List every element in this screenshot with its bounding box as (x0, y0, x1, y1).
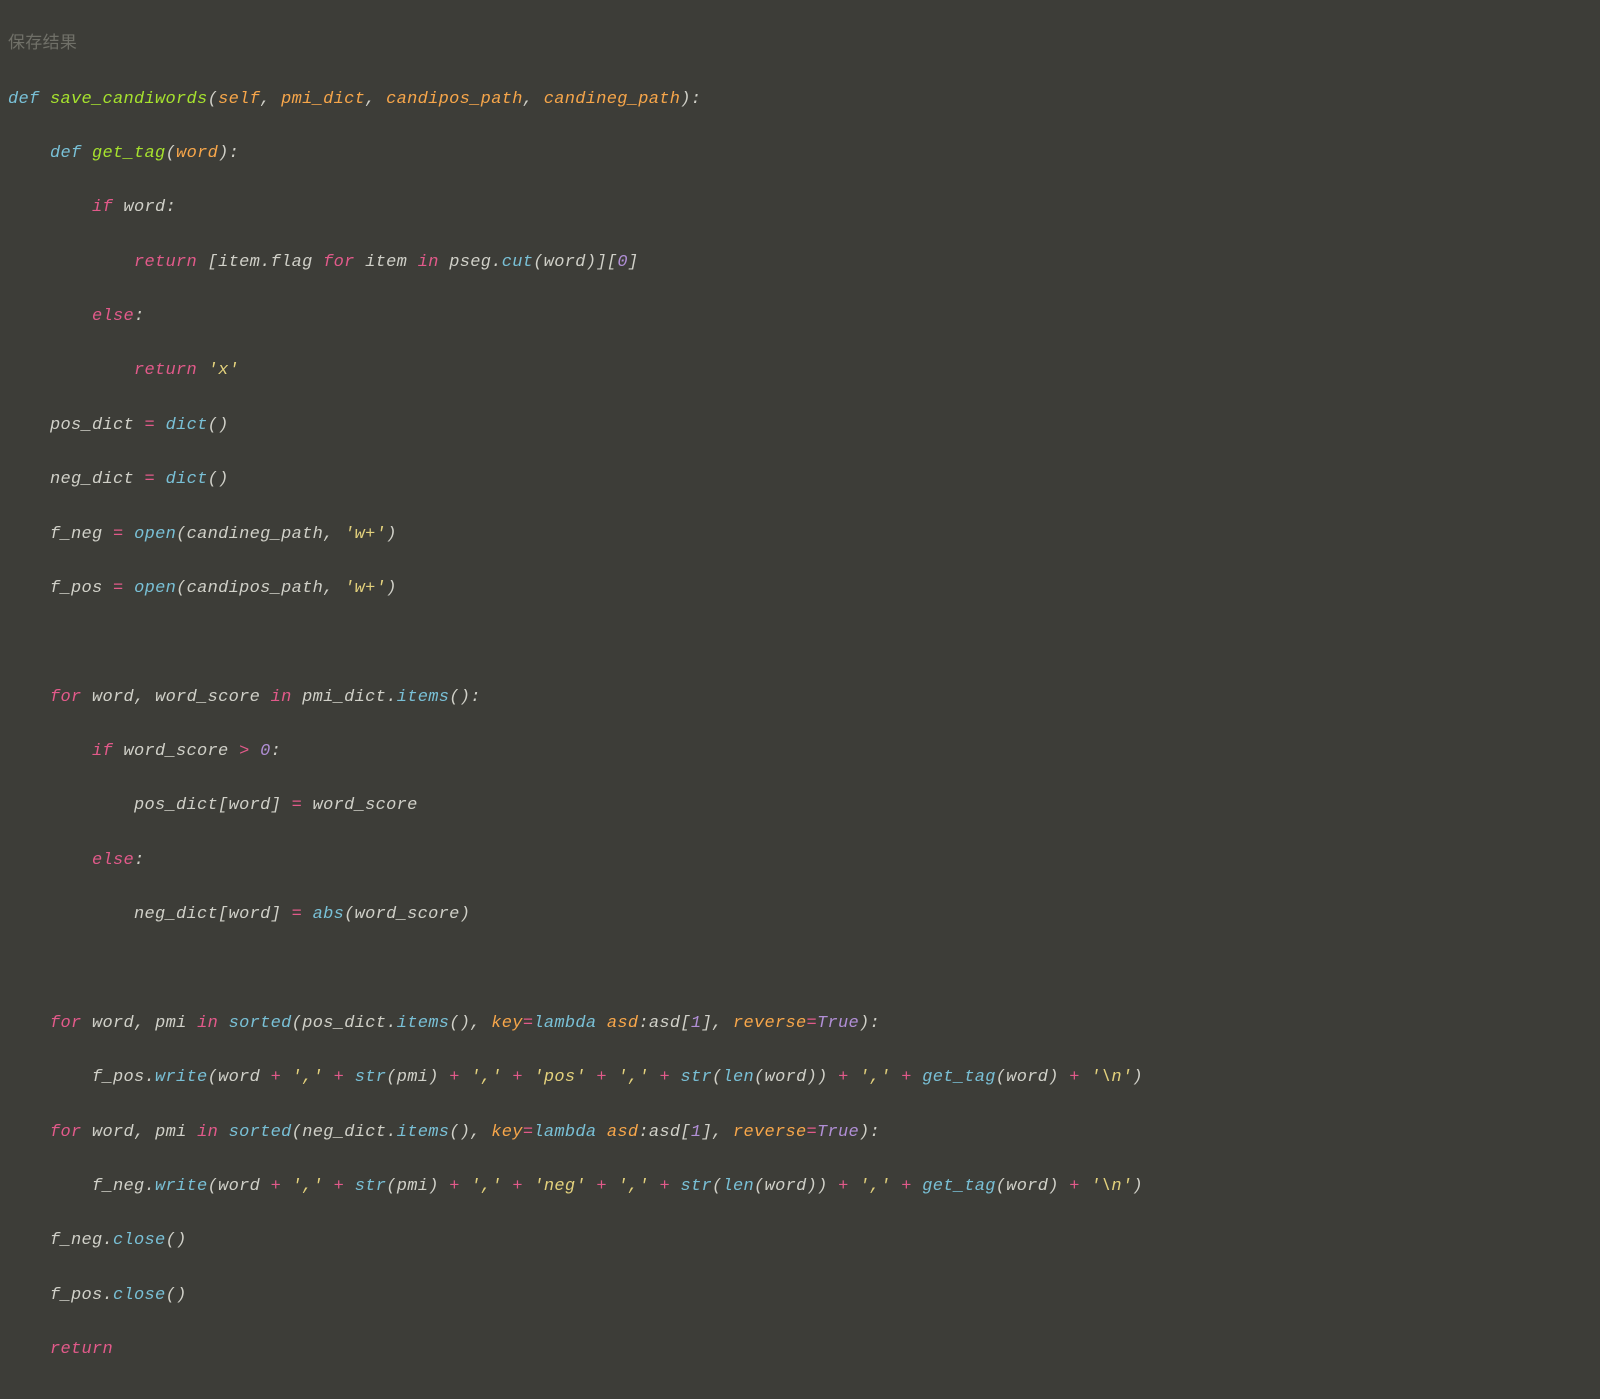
code-line: neg_dict[word] = abs(word_score) (0, 901, 1600, 928)
code-line: f_pos.write(word + ',' + str(pmi) + ',' … (0, 1064, 1600, 1091)
code-line: else: (0, 303, 1600, 330)
code-line: f_pos.close() (0, 1282, 1600, 1309)
faded-label: 保存结果 (0, 31, 1600, 58)
code-line: pos_dict[word] = word_score (0, 792, 1600, 819)
code-line: if word: (0, 194, 1600, 221)
code-line: neg_dict = dict() (0, 466, 1600, 493)
code-line: for word, pmi in sorted(neg_dict.items()… (0, 1119, 1600, 1146)
code-line: if word_score > 0: (0, 738, 1600, 765)
code-line (0, 629, 1600, 656)
code-line: else: (0, 847, 1600, 874)
code-line: def save_candiwords(self, pmi_dict, cand… (0, 86, 1600, 113)
code-line: f_neg = open(candineg_path, 'w+') (0, 521, 1600, 548)
code-line: return (0, 1336, 1600, 1363)
code-line: return [item.flag for item in pseg.cut(w… (0, 249, 1600, 276)
code-line: f_pos = open(candipos_path, 'w+') (0, 575, 1600, 602)
code-line: f_neg.close() (0, 1227, 1600, 1254)
code-line: def get_tag(word): (0, 140, 1600, 167)
code-line (0, 956, 1600, 983)
code-editor: 保存结果 def save_candiwords(self, pmi_dict,… (0, 0, 1600, 1399)
code-line: for word, word_score in pmi_dict.items()… (0, 684, 1600, 711)
code-line: pos_dict = dict() (0, 412, 1600, 439)
code-line: return 'x' (0, 357, 1600, 384)
code-line: f_neg.write(word + ',' + str(pmi) + ',' … (0, 1173, 1600, 1200)
code-line: for word, pmi in sorted(pos_dict.items()… (0, 1010, 1600, 1037)
